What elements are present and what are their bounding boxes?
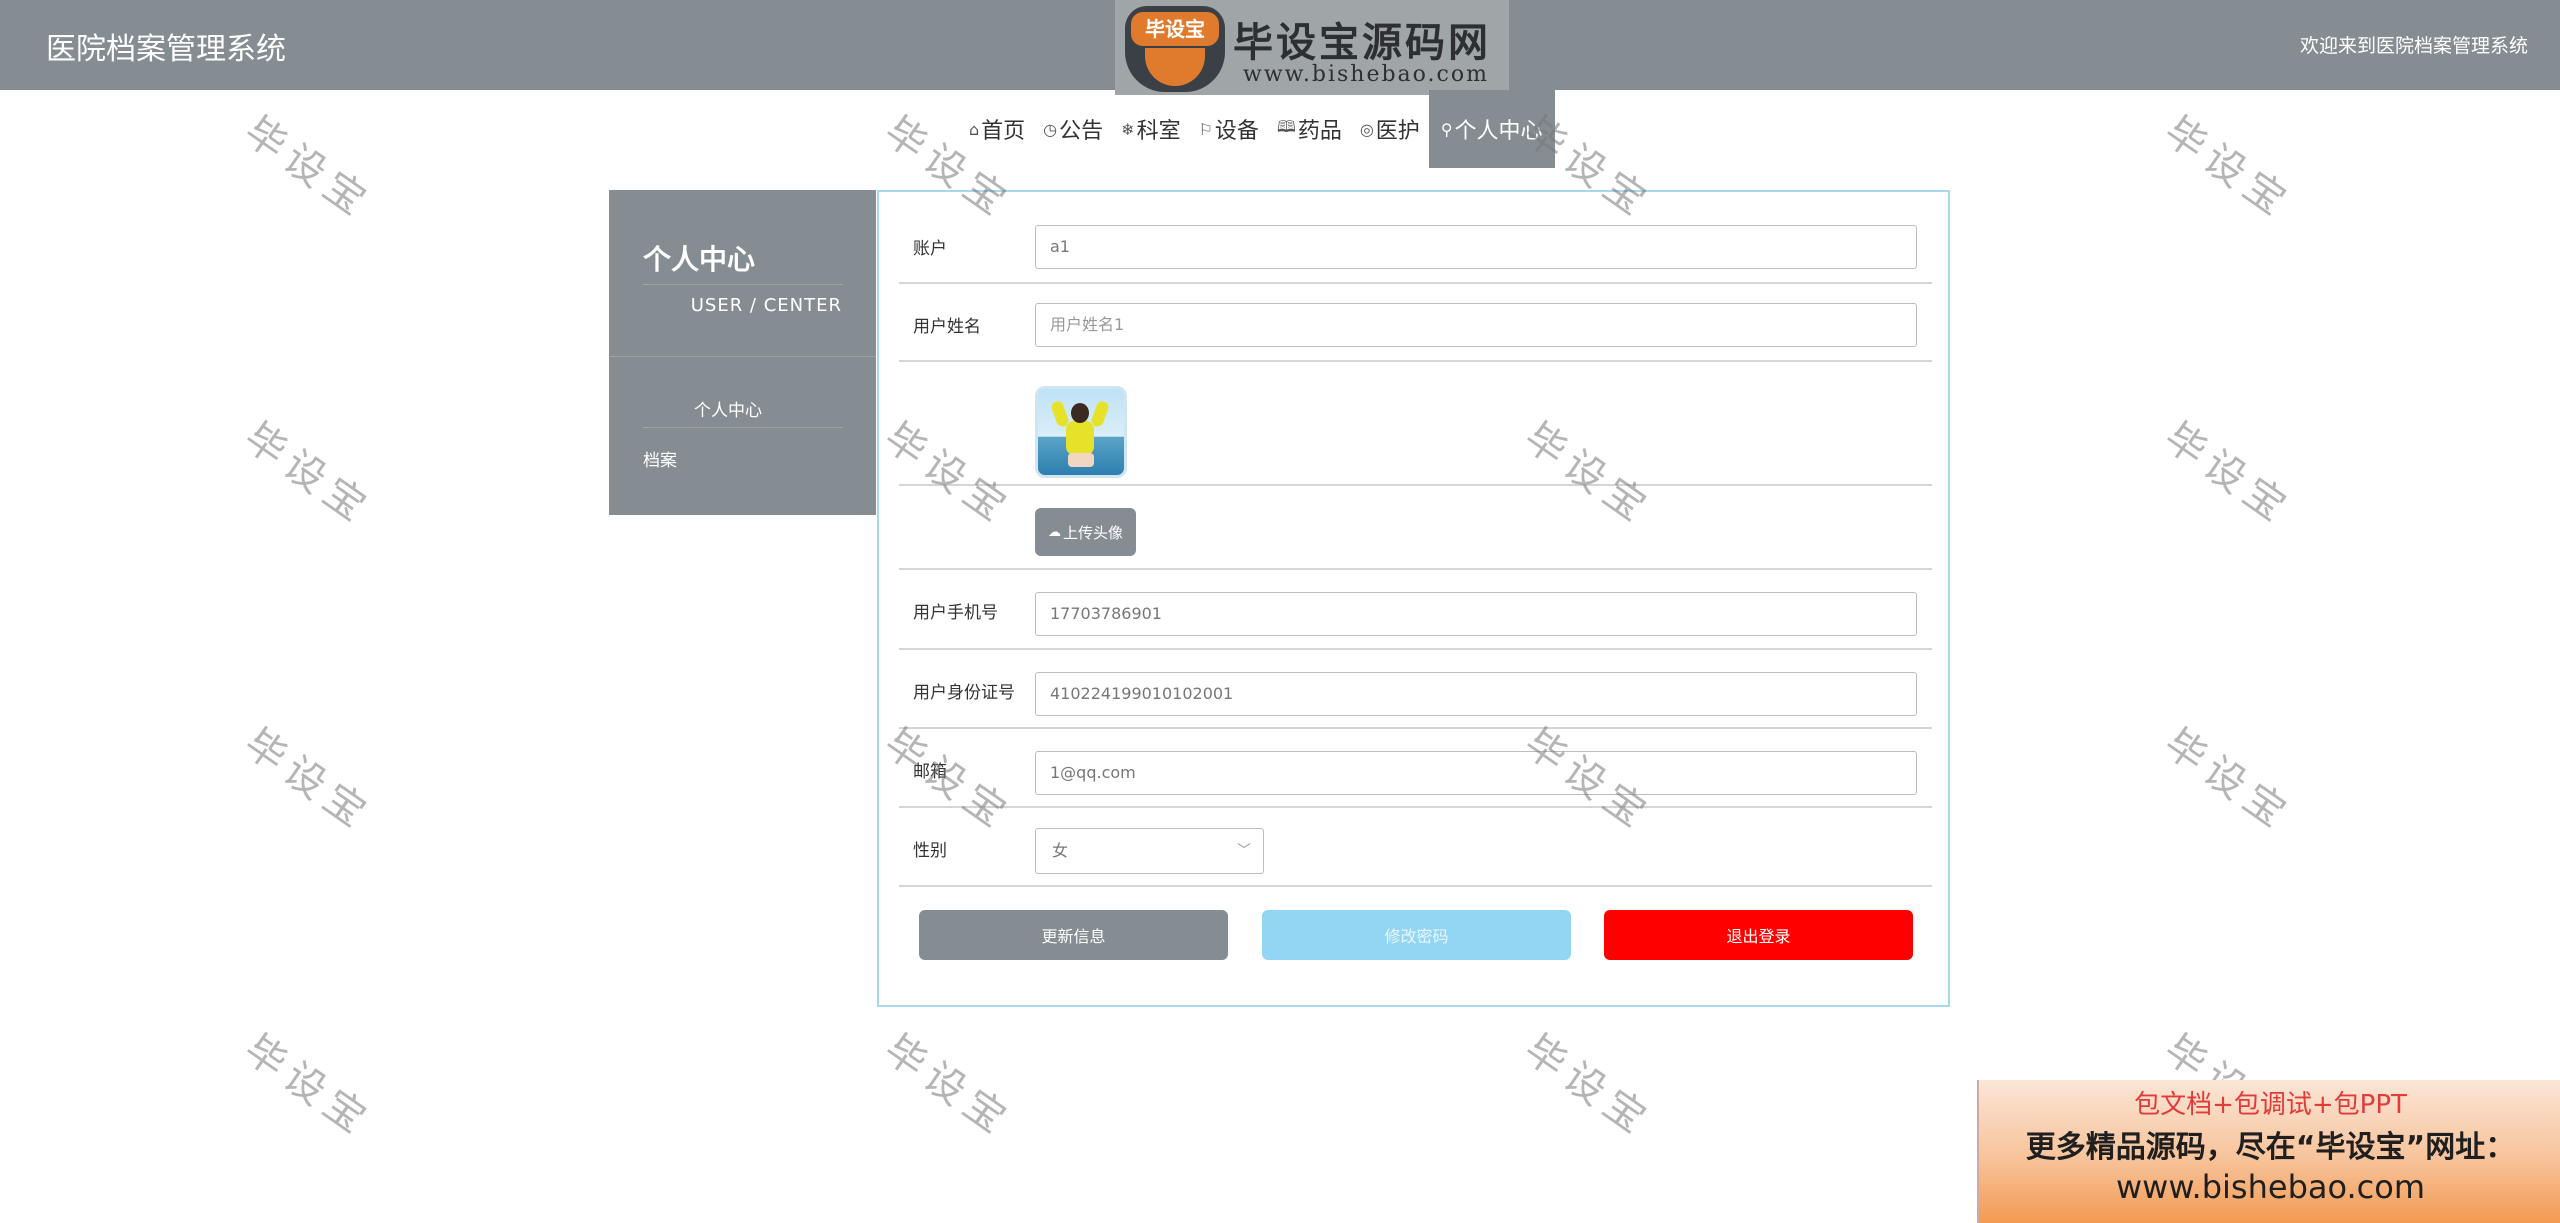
form-row-email: 邮箱 1@qq.com [899,727,1932,808]
watermark-text: 毕设宝 [235,414,381,535]
watermark-text: 毕设宝 [1515,1026,1661,1147]
email-label: 邮箱 [913,762,947,782]
promo-banner[interactable]: 包文档+包调试+包PPT 更多精品源码，尽在“毕设宝”网址： www.bishe… [1977,1080,2560,1223]
nav-label: 医护 [1375,119,1420,144]
nav-label: 个人中心 [1454,119,1543,144]
watermark-text: 毕设宝 [2155,108,2301,229]
nav-label: 设备 [1214,119,1259,144]
form-row-avatar [899,360,1932,486]
divider [643,284,843,285]
welcome-text: 欢迎来到医院档案管理系统 [2299,35,2528,57]
logo-badge-icon: 毕设宝 [1125,6,1225,92]
watermark-text: 毕设宝 [2155,414,2301,535]
upload-label: 上传头像 [1062,523,1123,542]
sidebar-item-user-center[interactable]: 个人中心 [694,396,762,421]
logo-name: 毕设宝源码网 [1233,20,1491,66]
account-field[interactable]: a1 [1035,225,1917,269]
avatar [1035,386,1127,478]
nav-item-department[interactable]: ❄ 科室 [1112,90,1189,168]
upload-avatar-button[interactable]: ☁ 上传头像 [1035,508,1136,556]
sidebar-item-archive[interactable]: 档案 [643,446,677,471]
name-field[interactable]: 用户姓名1 [1035,303,1917,347]
snowflake-icon: ❄ [1121,119,1135,139]
cloud-upload-icon: ☁ [1047,524,1061,540]
logo-badge-text: 毕设宝 [1131,12,1219,46]
site-logo-watermark: 毕设宝 毕设宝源码网 www.bishebao.com [1115,0,1509,95]
nav-label: 首页 [981,119,1026,144]
update-info-button[interactable]: 更新信息 [919,910,1228,960]
form-row-name: 用户姓名 用户姓名1 [899,282,1932,362]
idcard-label: 用户身份证号 [913,683,1015,703]
account-label: 账户 [913,239,947,259]
name-label: 用户姓名 [913,317,981,337]
gender-label: 性别 [913,841,947,861]
nav-item-home[interactable]: ⌂ 首页 [960,90,1034,168]
nav-label: 药品 [1297,119,1342,144]
nav-item-staff[interactable]: ◎ 医护 [1351,90,1429,168]
gender-select[interactable]: 女 ﹀ [1035,828,1264,874]
watermark-text: 毕设宝 [875,1026,1021,1147]
phone-label: 用户手机号 [913,603,998,623]
phone-field[interactable]: 17703786901 [1035,592,1917,636]
form-row-idcard: 用户身份证号 410224199010102001 [899,648,1932,729]
book-icon: 🕮 [1276,116,1296,136]
nav-item-notice[interactable]: ◷ 公告 [1034,90,1112,168]
divider [643,427,843,428]
gauge-icon: ◷ [1043,119,1058,139]
nav-item-user-center[interactable]: ⚲ 个人中心 [1428,90,1555,168]
logout-button[interactable]: 退出登录 [1604,910,1913,960]
sidebar-subtitle: USER / CENTER [690,295,842,316]
promo-line-1: 包文档+包调试+包PPT [2134,1090,2407,1120]
nav-label: 公告 [1059,119,1104,144]
palette-icon: ◎ [1359,119,1374,139]
system-title: 医院档案管理系统 [46,32,286,67]
form-row-phone: 用户手机号 17703786901 [899,568,1932,650]
sidebar-panel: 个人中心 USER / CENTER 个人中心 档案 [609,190,876,515]
promo-line-2: 更多精品源码，尽在“毕设宝”网址： [2025,1130,2516,1165]
gender-value: 女 [1052,841,1069,860]
promo-url: www.bishebao.com [2115,1168,2426,1206]
divider [609,356,876,357]
sidebar-title: 个人中心 [643,243,756,276]
nav-item-equipment[interactable]: ⚐ 设备 [1190,90,1268,168]
form-row-gender: 性别 女 ﹀ [899,806,1932,887]
watermark-text: 毕设宝 [235,108,381,229]
nav-item-medicine[interactable]: 🕮 药品 [1268,90,1351,168]
watermark-text: 毕设宝 [235,720,381,841]
main-nav: ⌂ 首页 ◷ 公告 ❄ 科室 ⚐ 设备 🕮 药品 ◎ 医护 ⚲ 个人中心 [960,90,1555,168]
watermark-text: 毕设宝 [235,1026,381,1147]
email-field[interactable]: 1@qq.com [1035,751,1917,795]
form-row-upload: ☁ 上传头像 [899,484,1932,570]
profile-form: 账户 a1 用户姓名 用户姓名1 ☁ 上传头像 用户手机号 1770378690… [877,190,1950,1007]
change-password-button[interactable]: 修改密码 [1262,910,1571,960]
flag-icon: ⚐ [1198,119,1213,139]
logo-url: www.bishebao.com [1243,62,1489,87]
user-icon: ⚲ [1440,119,1453,139]
home-icon: ⌂ [969,119,980,139]
form-row-account: 账户 a1 [899,192,1932,284]
chevron-down-icon: ﹀ [1237,843,1251,859]
nav-label: 科室 [1136,119,1181,144]
watermark-text: 毕设宝 [2155,720,2301,841]
logo-face-shape [1145,48,1205,86]
idcard-field[interactable]: 410224199010102001 [1035,672,1917,716]
